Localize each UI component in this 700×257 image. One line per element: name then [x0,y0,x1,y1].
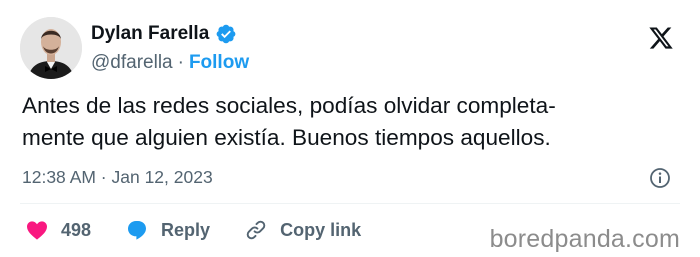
info-icon[interactable] [648,166,672,190]
action-bar: 498 Reply Copy link [25,218,361,242]
watermark: boredpanda.com [489,225,680,253]
like-button[interactable]: 498 [25,218,91,242]
author-name[interactable]: Dylan Farella [91,23,209,45]
copy-link-button[interactable]: Copy link [244,218,361,242]
author-handle-row: @dfarella · Follow [91,50,249,76]
separator-dot: · [177,52,184,73]
like-count: 498 [61,219,92,240]
divider [20,203,680,204]
author-handle[interactable]: @dfarella [91,52,173,74]
heart-icon [27,221,47,240]
x-logo-icon[interactable] [648,25,674,51]
verified-badge-icon[interactable] [215,23,237,45]
reply-label: Reply [161,219,211,240]
speech-bubble-icon [128,221,147,240]
follow-button[interactable]: Follow [189,52,249,74]
link-icon [246,220,266,240]
reply-button[interactable]: Reply [125,218,210,242]
avatar-photo [20,17,82,79]
author-name-row: Dylan Farella [91,20,249,48]
tweet-timestamp[interactable]: 12:38 AM · Jan 12, 2023 [22,167,213,188]
avatar[interactable] [20,17,82,79]
copy-link-label: Copy link [280,219,362,240]
tweet-text: Antes de las redes sociales, podías olvi… [22,93,556,150]
tweet-header: Dylan Farella @dfarella · Follow [91,20,249,76]
